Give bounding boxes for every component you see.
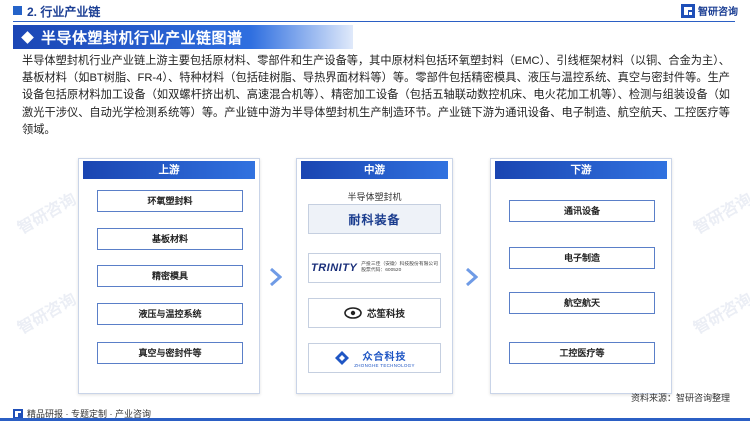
- watermark: 智研咨询: [691, 190, 750, 238]
- midstream-header: 中游: [301, 161, 448, 179]
- upstream-item: 真空与密封件等: [97, 342, 243, 364]
- footer: 精品研报 · 专题定制 · 产业咨询 资料来源：智研咨询整理: [0, 393, 750, 421]
- midstream-panel: 中游 半导体塑封机 耐科装备 TRINITY 产投三佳（安徽）科技股份有限公司 …: [296, 158, 453, 394]
- downstream-item: 通讯设备: [509, 200, 655, 222]
- intro-paragraph: 半导体塑封机行业产业链上游主要包括原材料、零部件和生产设备等，其中原材料包括环氧…: [22, 55, 730, 136]
- zhonghe-emblem-icon: [335, 351, 350, 365]
- arrow-right-icon: [466, 268, 478, 286]
- downstream-item: 工控医疗等: [509, 342, 655, 364]
- trinity-wordmark: TRINITY: [310, 262, 358, 274]
- company-logo-box: TRINITY 产投三佳（安徽）科技股份有限公司 股票代码：600520: [308, 253, 441, 283]
- downstream-item: 电子制造: [509, 247, 655, 269]
- upstream-item: 液压与温控系统: [97, 303, 243, 325]
- brand-name: 智研咨询: [698, 7, 738, 18]
- zhonghe-logo: 众合科技 ZHONGHE TECHNOLOGY: [334, 348, 415, 368]
- source-note: 资料来源：智研咨询整理: [630, 393, 730, 403]
- upstream-header: 上游: [83, 161, 255, 179]
- header-divider: [13, 21, 735, 22]
- upstream-item: 环氧塑封料: [97, 190, 243, 212]
- brand-small-icon: [13, 408, 23, 419]
- xinsheng-logo: 芯笙科技: [344, 306, 405, 320]
- upstream-item: 基板材料: [97, 228, 243, 250]
- company-logo-box: 众合科技 ZHONGHE TECHNOLOGY: [308, 343, 441, 373]
- upstream-item: 精密模具: [97, 265, 243, 287]
- company-logo-box: 芯笙科技: [308, 298, 441, 328]
- downstream-panel: 下游 通讯设备 电子制造 航空航天 工控医疗等: [490, 158, 672, 394]
- company-name-en: ZHONGHE TECHNOLOGY: [354, 363, 415, 368]
- watermark: 智研咨询: [15, 190, 80, 238]
- arrow-right-icon: [270, 268, 282, 286]
- company-logo-box: 耐科装备: [308, 204, 441, 234]
- brand-logo-icon: [681, 3, 695, 18]
- upstream-panel: 上游 环氧塑封料 基板材料 精密模具 液压与温控系统 真空与密封件等: [78, 158, 260, 394]
- company-name: 芯笙科技: [366, 309, 405, 320]
- top-bar: 2. 行业产业链 智研咨询: [0, 0, 750, 22]
- stock-code: 股票代码：600520: [361, 268, 402, 273]
- watermark: 智研咨询: [691, 290, 750, 338]
- trinity-logo: TRINITY 产投三佳（安徽）科技股份有限公司 股票代码：600520: [311, 262, 438, 275]
- watermark: 智研咨询: [15, 290, 80, 338]
- xinsheng-emblem-icon: [344, 307, 362, 319]
- company-info: 产投三佳（安徽）科技股份有限公司 股票代码：600520: [361, 262, 438, 275]
- downstream-header: 下游: [495, 161, 667, 179]
- midstream-subtitle: 半导体塑封机: [347, 192, 402, 202]
- brand: 智研咨询: [681, 3, 738, 18]
- section-marker-icon: [13, 6, 22, 15]
- page-title: 半导体塑封机行业产业链图谱: [41, 29, 243, 47]
- company-name: 耐科装备: [348, 212, 401, 227]
- downstream-item: 航空航天: [509, 292, 655, 314]
- section-label: 2. 行业产业链: [27, 5, 101, 19]
- title-banner: 半导体塑封机行业产业链图谱: [13, 25, 353, 49]
- diamond-icon: [21, 30, 34, 44]
- company-name: 众合科技: [362, 352, 407, 363]
